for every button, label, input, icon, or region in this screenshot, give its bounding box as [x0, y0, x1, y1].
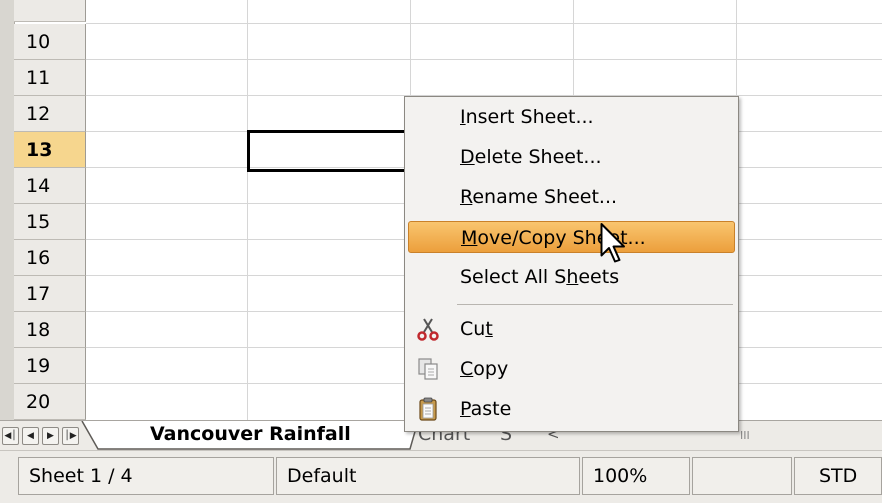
status-selection-mode[interactable]: STD — [794, 457, 882, 495]
status-zoom[interactable]: 100% — [582, 457, 690, 495]
menu-accelerator: P — [460, 398, 471, 420]
copy-icon — [418, 358, 438, 380]
row-header[interactable]: 20 — [14, 384, 86, 420]
row-header[interactable]: 12 — [14, 96, 86, 132]
menu-accelerator: h — [566, 266, 579, 288]
active-cell-cursor[interactable] — [247, 130, 409, 172]
menu-label: opy — [473, 358, 509, 380]
menu-label: Select All S — [460, 266, 567, 288]
row-header-partial[interactable] — [14, 0, 86, 22]
next-sheet-icon[interactable]: ▶ — [42, 427, 59, 445]
menu-label: eets — [578, 266, 620, 288]
column-gridline — [247, 0, 248, 420]
menu-accelerator: C — [460, 358, 474, 380]
menu-item-paste[interactable]: Paste — [408, 393, 735, 425]
menu-accelerator: R — [460, 186, 473, 208]
prev-sheet-icon[interactable]: ◀ — [22, 427, 39, 445]
menu-item-delete-sheet[interactable]: Delete Sheet... — [408, 141, 735, 173]
status-empty-field — [692, 457, 792, 495]
first-sheet-icon[interactable]: ◀│ — [2, 427, 19, 445]
menu-item-move-copy-sheet[interactable]: Move/Copy Sheet... — [408, 221, 735, 253]
menu-label: aste — [470, 398, 512, 420]
row-header[interactable]: 14 — [14, 168, 86, 204]
menu-label: elete Sheet... — [474, 146, 602, 168]
row-header[interactable]: 15 — [14, 204, 86, 240]
row-header[interactable]: 10 — [14, 24, 86, 60]
row-header[interactable]: 11 — [14, 60, 86, 96]
menu-accelerator: t — [485, 318, 493, 340]
row-header[interactable]: 13 — [14, 132, 86, 168]
row-gridline — [86, 23, 882, 24]
menu-label: nsert Sheet... — [465, 106, 594, 128]
row-header[interactable]: 18 — [14, 312, 86, 348]
status-sheet-indicator: Sheet 1 / 4 — [18, 457, 274, 495]
menu-item-insert-sheet[interactable]: Insert Sheet... — [408, 101, 735, 133]
row-header[interactable]: 16 — [14, 240, 86, 276]
menu-item-select-all-sheets[interactable]: Select All Sheets — [408, 261, 735, 293]
menu-item-rename-sheet[interactable]: Rename Sheet... — [408, 181, 735, 213]
paste-icon — [419, 397, 437, 421]
menu-label: ename Sheet... — [472, 186, 618, 208]
menu-accelerator: D — [460, 146, 475, 168]
menu-item-copy[interactable]: Copy — [408, 353, 735, 385]
menu-item-cut[interactable]: Cut — [408, 313, 735, 345]
scissors-icon — [417, 318, 439, 341]
row-gridline — [86, 59, 882, 60]
tab-vancouver-rainfall[interactable]: Vancouver Rainfall — [150, 421, 351, 449]
menu-label: ove/Copy Sheet... — [477, 227, 646, 249]
status-bar: Sheet 1 / 4 Default 100% STD — [0, 450, 882, 503]
row-header[interactable]: 17 — [14, 276, 86, 312]
status-page-style[interactable]: Default — [276, 457, 580, 495]
left-edge-strip — [0, 0, 15, 420]
scroll-thumb-grip[interactable]: III — [740, 429, 750, 442]
row-header[interactable]: 19 — [14, 348, 86, 384]
last-sheet-icon[interactable]: │▶ — [62, 427, 79, 445]
menu-label: Cu — [460, 318, 486, 340]
sheet-context-menu: Insert Sheet... Delete Sheet... Rename S… — [404, 96, 739, 432]
menu-separator — [457, 304, 733, 305]
menu-accelerator: M — [461, 227, 478, 249]
